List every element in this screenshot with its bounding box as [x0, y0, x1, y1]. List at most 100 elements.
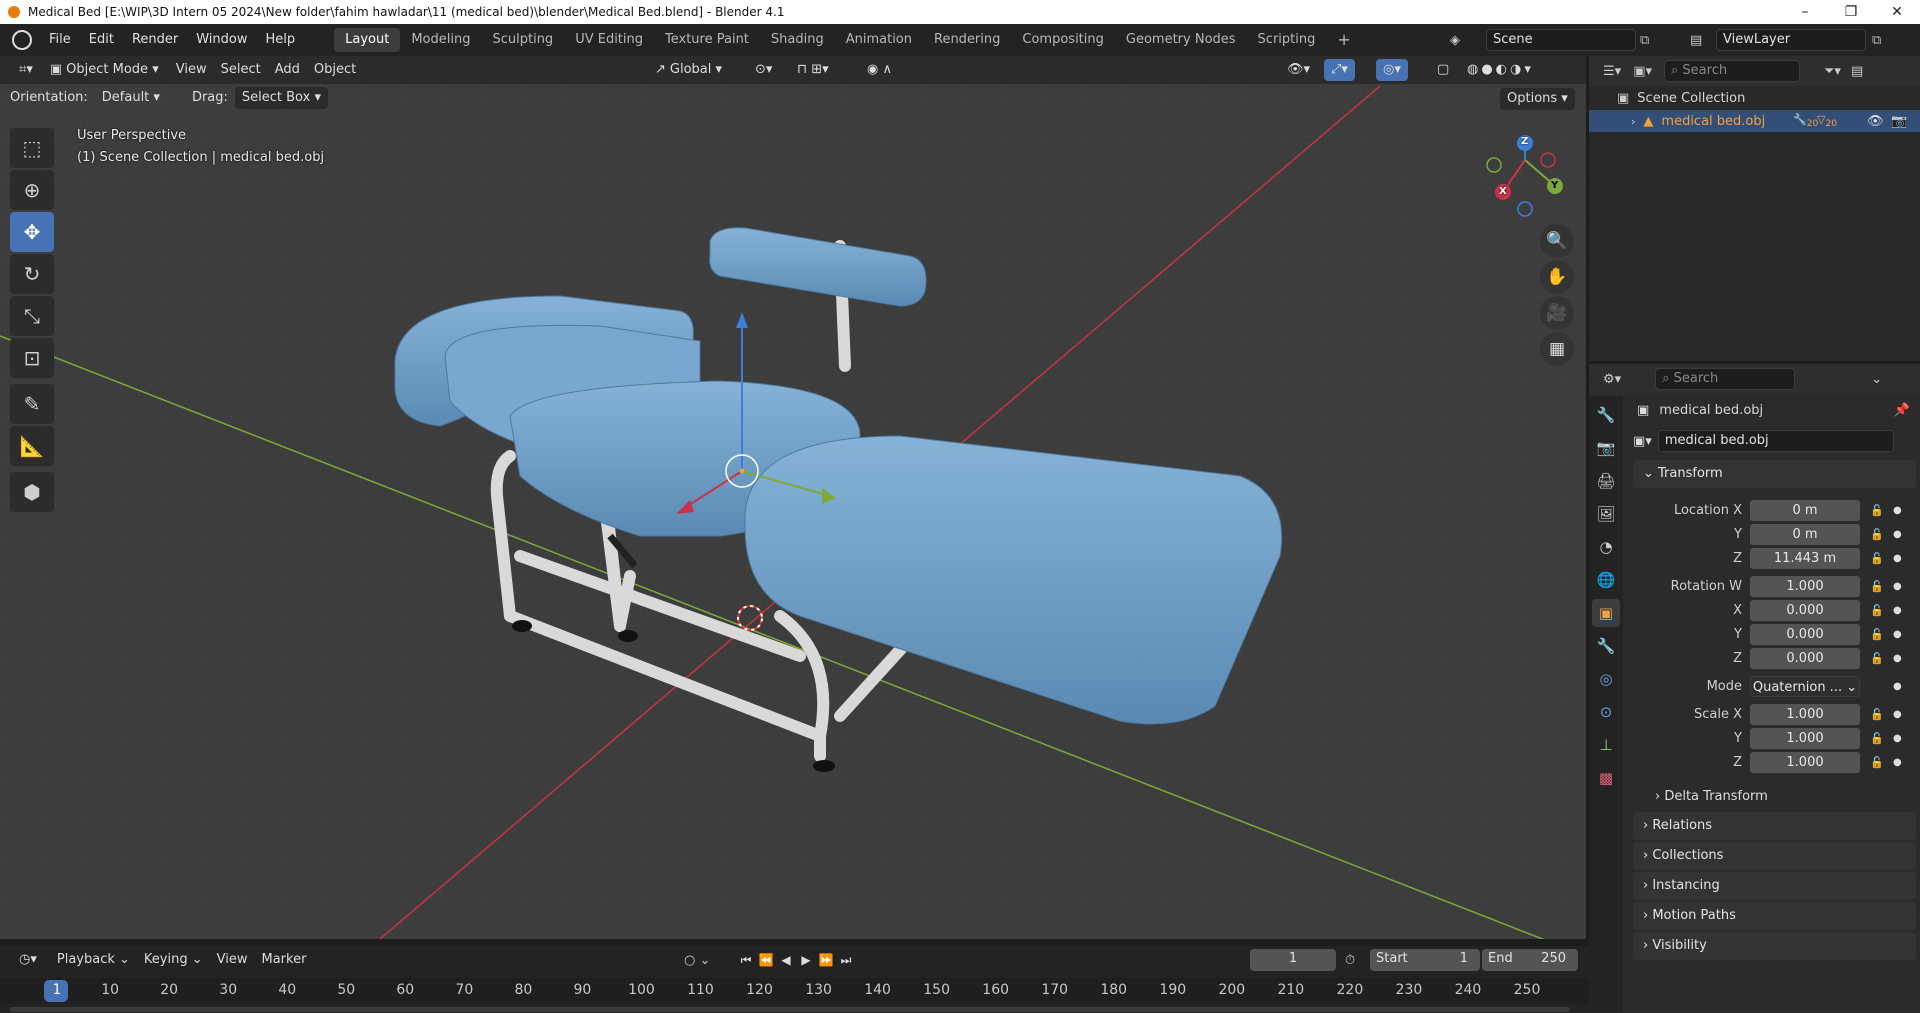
location-z-field[interactable]: 11.443 m	[1750, 547, 1860, 569]
tool-tab-icon[interactable]: 🔧	[1592, 401, 1620, 429]
lock-icon[interactable]: 🔓	[1870, 504, 1884, 517]
transform-tool-icon[interactable]: ⊡	[10, 338, 54, 378]
render-tab-icon[interactable]: 📷	[1592, 434, 1620, 462]
menu-edit[interactable]: Edit	[80, 28, 123, 52]
object-datablock-icon[interactable]: ▣▾	[1633, 434, 1652, 449]
keyframe-dot-icon[interactable]: ●	[1893, 757, 1902, 768]
3d-viewport[interactable]: Z Y X ⌗▾ ▣ Object Mode ▾ View Select Add …	[0, 56, 1586, 939]
camera-view-icon[interactable]: 🎥	[1540, 296, 1574, 330]
orientation-selector[interactable]: Default ▾	[95, 87, 167, 109]
options-button[interactable]: Options ▾	[1500, 88, 1575, 110]
tab-geometry-nodes[interactable]: Geometry Nodes	[1115, 28, 1247, 52]
overlays-icon[interactable]: ◎▾	[1376, 59, 1408, 81]
blender-menu-icon[interactable]	[12, 30, 32, 50]
lock-icon[interactable]: 🔓	[1870, 528, 1884, 541]
auto-keying-icon[interactable]: ○ ⌄	[684, 953, 710, 968]
timeline-editor-icon[interactable]: ◷▾	[12, 949, 44, 971]
play-reverse-icon[interactable]: ◀	[776, 950, 796, 970]
select-box-tool-icon[interactable]: ⬚	[10, 128, 54, 168]
expand-chevron-icon[interactable]: ›	[1631, 115, 1635, 128]
current-frame-field[interactable]: 1	[1250, 949, 1336, 971]
play-icon[interactable]: ▶	[796, 950, 816, 970]
end-frame-field[interactable]: End 250	[1482, 949, 1578, 971]
outliner-item-medical-bed[interactable]: › ▲ medical bed.obj 🔧20 ▽20 👁 📷	[1589, 110, 1920, 132]
lock-icon[interactable]: 🔓	[1870, 580, 1884, 593]
start-frame-field[interactable]: Start 1	[1370, 949, 1480, 971]
menu-file[interactable]: File	[40, 28, 80, 52]
zoom-icon[interactable]: 🔍	[1540, 224, 1574, 258]
playback-menu[interactable]: Playback ⌄	[50, 949, 137, 971]
view-layer-tab-icon[interactable]: 🖼	[1592, 500, 1620, 528]
object-tab-icon[interactable]: ▣	[1592, 599, 1620, 627]
preview-range-icon[interactable]: ⏱	[1345, 953, 1355, 968]
transform-orientation-selector[interactable]: ↗ Global ▾	[648, 59, 730, 81]
scale-tool-icon[interactable]: ⤡	[10, 296, 54, 336]
new-view-layer-icon[interactable]: ⧉	[1872, 33, 1881, 48]
physics-tab-icon[interactable]: ⊙	[1592, 698, 1620, 726]
lock-icon[interactable]: 🔓	[1870, 628, 1884, 641]
restore-button[interactable]: ❐	[1828, 0, 1874, 24]
measure-tool-icon[interactable]: 📐	[10, 426, 54, 466]
hide-eye-icon[interactable]: 👁	[1867, 114, 1884, 129]
properties-search-input[interactable]: ⌕ Search	[1655, 368, 1796, 390]
keyframe-dot-icon[interactable]: ●	[1893, 733, 1902, 744]
tab-uv-editing[interactable]: UV Editing	[564, 28, 654, 52]
visibility-panel-header[interactable]: › Visibility	[1633, 932, 1916, 960]
minimize-button[interactable]: –	[1782, 0, 1828, 24]
menu-add[interactable]: Add	[268, 59, 307, 81]
properties-options-chevron-icon[interactable]: ⌄	[1871, 372, 1882, 387]
lock-icon[interactable]: 🔓	[1870, 652, 1884, 665]
menu-view[interactable]: View	[169, 59, 214, 81]
tab-scripting[interactable]: Scripting	[1247, 28, 1327, 52]
instancing-panel-header[interactable]: › Instancing	[1633, 872, 1916, 900]
keying-menu[interactable]: Keying ⌄	[137, 949, 210, 971]
delta-transform-subpanel[interactable]: › Delta Transform	[1629, 784, 1920, 810]
filter-icon[interactable]: ⏷▾	[1824, 64, 1841, 79]
keyframe-dot-icon[interactable]: ●	[1893, 505, 1902, 516]
jump-end-icon[interactable]: ⏭	[836, 950, 856, 970]
menu-select[interactable]: Select	[214, 59, 268, 81]
scale-x-field[interactable]: 1.000	[1750, 703, 1860, 725]
output-tab-icon[interactable]: 🖨	[1592, 467, 1620, 495]
scene-tab-icon[interactable]: ◔	[1592, 533, 1620, 561]
object-data-tab-icon[interactable]: ⊥	[1592, 731, 1620, 759]
menu-help[interactable]: Help	[257, 28, 305, 52]
pivot-icon[interactable]: ⊙▾	[748, 59, 780, 81]
next-keyframe-icon[interactable]: ⏩	[816, 950, 836, 970]
menu-window[interactable]: Window	[187, 28, 256, 52]
keyframe-dot-icon[interactable]: ●	[1893, 653, 1902, 664]
lock-icon[interactable]: 🔓	[1870, 604, 1884, 617]
cursor-tool-icon[interactable]: ⊕	[10, 170, 54, 210]
rotation-mode-selector[interactable]: Quaternion ... ⌄	[1750, 675, 1860, 697]
snap-icon[interactable]: ⊓ ⊞▾	[790, 59, 836, 81]
tab-layout[interactable]: Layout	[334, 28, 401, 52]
keyframe-dot-icon[interactable]: ●	[1893, 605, 1902, 616]
annotate-tool-icon[interactable]: ✎	[10, 384, 54, 424]
keyframe-dot-icon[interactable]: ●	[1893, 709, 1902, 720]
tab-shading[interactable]: Shading	[760, 28, 835, 52]
particles-tab-icon[interactable]: ◎	[1592, 665, 1620, 693]
location-x-field[interactable]: 0 m	[1750, 499, 1860, 521]
motion-paths-panel-header[interactable]: › Motion Paths	[1633, 902, 1916, 930]
ortho-grid-icon[interactable]: ▦	[1540, 332, 1574, 366]
lock-icon[interactable]: 🔓	[1870, 552, 1884, 565]
object-name-field[interactable]: medical bed.obj	[1657, 430, 1894, 452]
texture-tab-icon[interactable]: ▩	[1592, 764, 1620, 792]
display-mode-icon[interactable]: ▣▾	[1633, 64, 1652, 79]
scene-collection-row[interactable]: ▣ Scene Collection	[1589, 86, 1920, 110]
collections-panel-header[interactable]: › Collections	[1633, 842, 1916, 870]
frame-ruler[interactable]: 1 10 20 30 40 50 60 70 80 90 100 110 120 130 140 150 160…	[0, 978, 1589, 1004]
relations-panel-header[interactable]: › Relations	[1633, 812, 1916, 840]
outliner-search-input[interactable]: ⌕ Search	[1664, 60, 1800, 82]
world-tab-icon[interactable]: 🌐	[1592, 566, 1620, 594]
keyframe-dot-icon[interactable]: ●	[1893, 681, 1902, 692]
add-workspace-button[interactable]: +	[1326, 28, 1361, 52]
menu-render[interactable]: Render	[123, 28, 187, 52]
rotation-z-field[interactable]: 0.000	[1750, 647, 1860, 669]
tab-texture-paint[interactable]: Texture Paint	[654, 28, 760, 52]
view-layer-selector[interactable]: ViewLayer	[1716, 29, 1866, 51]
menu-object[interactable]: Object	[307, 59, 363, 81]
marker-menu[interactable]: Marker	[254, 949, 313, 971]
outliner-editor-icon[interactable]: ☰▾	[1603, 64, 1621, 79]
keyframe-dot-icon[interactable]: ●	[1893, 629, 1902, 640]
